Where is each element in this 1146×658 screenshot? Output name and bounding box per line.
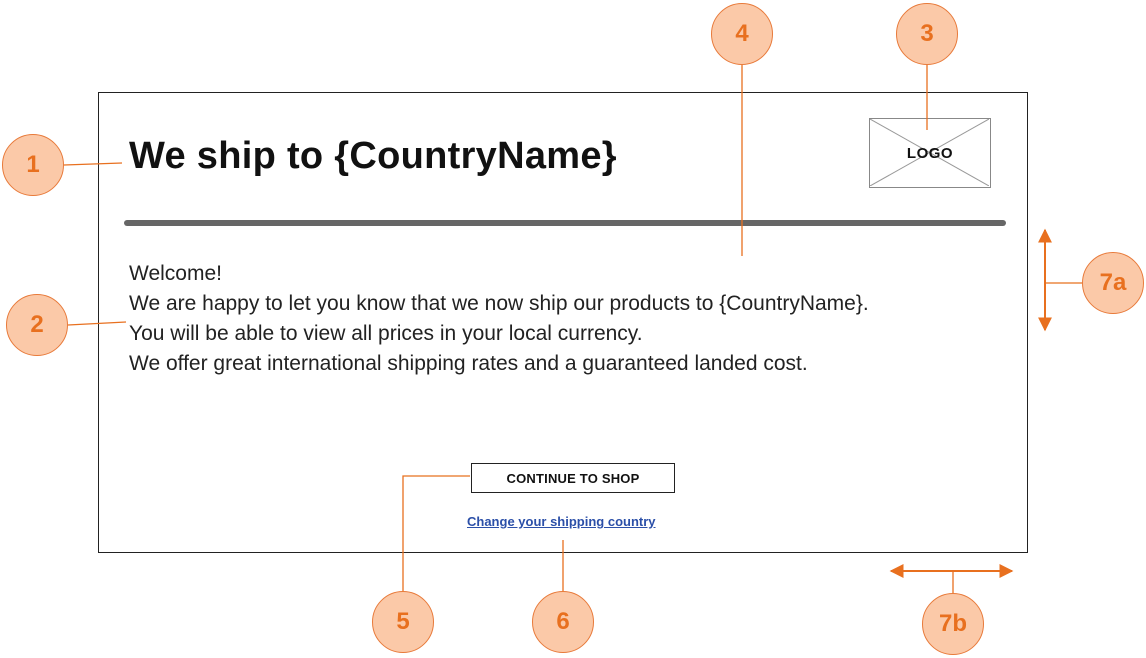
logo-placeholder: LOGO bbox=[869, 118, 991, 188]
modal-title: We ship to {CountryName} bbox=[129, 135, 617, 177]
header-divider bbox=[124, 220, 1006, 226]
welcome-line: You will be able to view all prices in y… bbox=[129, 322, 643, 345]
callout-7a: 7a bbox=[1082, 252, 1144, 314]
welcome-line: We are happy to let you know that we now… bbox=[129, 292, 869, 315]
welcome-line: We offer great international shipping ra… bbox=[129, 352, 808, 375]
callout-1: 1 bbox=[2, 134, 64, 196]
callout-4: 4 bbox=[711, 3, 773, 65]
callout-7b: 7b bbox=[922, 593, 984, 655]
callout-3: 3 bbox=[896, 3, 958, 65]
logo-label: LOGO bbox=[906, 144, 954, 162]
continue-to-shop-button[interactable]: CONTINUE TO SHOP bbox=[471, 463, 675, 493]
callout-5: 5 bbox=[372, 591, 434, 653]
welcome-line: Welcome! bbox=[129, 262, 222, 285]
welcome-message: Welcome! We are happy to let you know th… bbox=[129, 259, 869, 379]
shipping-welcome-modal: We ship to {CountryName} LOGO Welcome! W… bbox=[98, 92, 1028, 553]
change-shipping-country-link[interactable]: Change your shipping country bbox=[467, 514, 656, 529]
callout-2: 2 bbox=[6, 294, 68, 356]
callout-6: 6 bbox=[532, 591, 594, 653]
